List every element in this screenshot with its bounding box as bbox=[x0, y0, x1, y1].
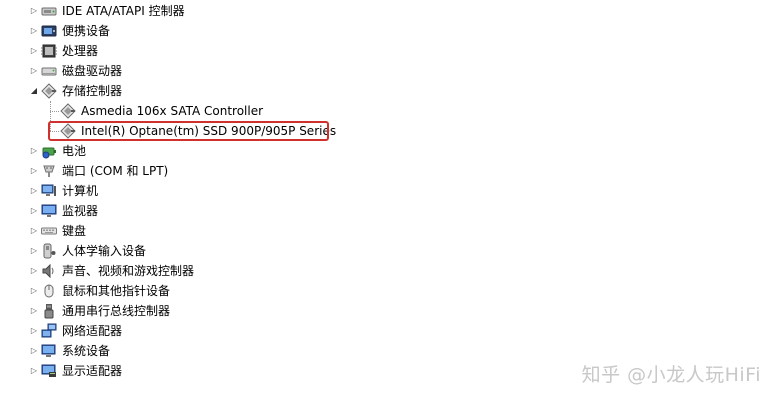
tree-child-item[interactable]: Asmedia 106x SATA Controller bbox=[0, 101, 775, 121]
tree-item-label: 显示适配器 bbox=[62, 364, 123, 378]
expand-arrow-icon[interactable]: ▷ bbox=[29, 46, 39, 56]
tree-category-item[interactable]: ▷ 键盘 bbox=[0, 221, 775, 241]
tree-item-label: 网络适配器 bbox=[62, 324, 123, 338]
storage-controller-icon bbox=[60, 103, 76, 119]
processor-icon bbox=[41, 43, 57, 59]
tree-item-label: 鼠标和其他指针设备 bbox=[62, 284, 171, 298]
device-tree[interactable]: ▷ IDE ATA/ATAPI 控制器 ▷ 便携设备 ▷ 处理器 ▷ 磁盘驱动器 ◢ 存储控制器 A… bbox=[0, 1, 775, 381]
tree-category-item[interactable]: ▷ 通用串行总线控制器 bbox=[0, 301, 775, 321]
tree-item-label: 磁盘驱动器 bbox=[62, 64, 123, 78]
expand-arrow-icon[interactable]: ▷ bbox=[29, 146, 39, 156]
expand-arrow-icon[interactable]: ▷ bbox=[29, 306, 39, 316]
computer-icon bbox=[41, 183, 57, 199]
tree-category-item[interactable]: ◢ 存储控制器 bbox=[0, 81, 775, 101]
hid-icon bbox=[41, 243, 57, 259]
expand-arrow-icon[interactable]: ▷ bbox=[29, 66, 39, 76]
expand-arrow-icon[interactable]: ▷ bbox=[29, 166, 39, 176]
expand-arrow-icon[interactable]: ▷ bbox=[29, 366, 39, 376]
tree-category-item[interactable]: ▷ 端口 (COM 和 LPT) bbox=[0, 161, 775, 181]
collapse-arrow-icon[interactable]: ◢ bbox=[29, 86, 39, 96]
expand-arrow-icon[interactable]: ▷ bbox=[29, 246, 39, 256]
tree-item-label: 监视器 bbox=[62, 204, 99, 218]
expand-arrow-icon[interactable]: ▷ bbox=[29, 26, 39, 36]
tree-category-item[interactable]: ▷ 处理器 bbox=[0, 41, 775, 61]
highlight-box bbox=[48, 121, 329, 141]
tree-item-label: Asmedia 106x SATA Controller bbox=[81, 104, 264, 118]
tree-item-label: 声音、视频和游戏控制器 bbox=[62, 264, 195, 278]
expand-arrow-icon[interactable]: ▷ bbox=[29, 226, 39, 236]
tree-category-item[interactable]: ▷ IDE ATA/ATAPI 控制器 bbox=[0, 1, 775, 21]
battery-icon bbox=[41, 143, 57, 159]
tree-item-label: 便携设备 bbox=[62, 24, 111, 38]
port-icon bbox=[41, 163, 57, 179]
tree-category-item[interactable]: ▷ 监视器 bbox=[0, 201, 775, 221]
tree-item-label: 人体学输入设备 bbox=[62, 244, 147, 258]
expand-arrow-icon[interactable]: ▷ bbox=[29, 6, 39, 16]
tree-item-label: 端口 (COM 和 LPT) bbox=[62, 164, 169, 178]
ide-controller-icon bbox=[41, 3, 57, 19]
expand-arrow-icon[interactable]: ▷ bbox=[29, 286, 39, 296]
tree-category-item[interactable]: ▷ 电池 bbox=[0, 141, 775, 161]
tree-item-label: 通用串行总线控制器 bbox=[62, 304, 171, 318]
expand-arrow-icon[interactable]: ▷ bbox=[29, 266, 39, 276]
tree-category-item[interactable]: ▷ 人体学输入设备 bbox=[0, 241, 775, 261]
network-adapter-icon bbox=[41, 323, 57, 339]
tree-item-label: 系统设备 bbox=[62, 344, 111, 358]
expand-arrow-icon[interactable]: ▷ bbox=[29, 326, 39, 336]
system-device-icon bbox=[41, 343, 57, 359]
storage-controller-icon bbox=[41, 83, 57, 99]
tree-item-label: 电池 bbox=[62, 144, 87, 158]
expand-arrow-icon[interactable]: ▷ bbox=[29, 346, 39, 356]
portable-device-icon bbox=[41, 23, 57, 39]
tree-category-item[interactable]: ▷ 磁盘驱动器 bbox=[0, 61, 775, 81]
tree-category-item[interactable]: ▷ 系统设备 bbox=[0, 341, 775, 361]
tree-item-label: 计算机 bbox=[62, 184, 99, 198]
watermark: 知乎 @小龙人玩HiFi bbox=[581, 364, 761, 386]
tree-item-label: 处理器 bbox=[62, 44, 99, 58]
expand-arrow-icon[interactable]: ▷ bbox=[29, 206, 39, 216]
tree-category-item[interactable]: ▷ 鼠标和其他指针设备 bbox=[0, 281, 775, 301]
disk-drive-icon bbox=[41, 63, 57, 79]
tree-category-item[interactable]: ▷ 网络适配器 bbox=[0, 321, 775, 341]
expand-arrow-icon[interactable]: ▷ bbox=[29, 186, 39, 196]
tree-item-label: IDE ATA/ATAPI 控制器 bbox=[62, 4, 185, 18]
usb-icon bbox=[41, 303, 57, 319]
tree-category-item[interactable]: ▷ 声音、视频和游戏控制器 bbox=[0, 261, 775, 281]
monitor-icon bbox=[41, 203, 57, 219]
mouse-icon bbox=[41, 283, 57, 299]
keyboard-icon bbox=[41, 223, 57, 239]
tree-category-item[interactable]: ▷ 计算机 bbox=[0, 181, 775, 201]
tree-connector-branch bbox=[50, 111, 59, 112]
tree-category-item[interactable]: ▷ 便携设备 bbox=[0, 21, 775, 41]
sound-icon bbox=[41, 263, 57, 279]
tree-item-label: 键盘 bbox=[62, 224, 87, 238]
display-adapter-icon bbox=[41, 363, 57, 379]
tree-item-label: 存储控制器 bbox=[62, 84, 123, 98]
